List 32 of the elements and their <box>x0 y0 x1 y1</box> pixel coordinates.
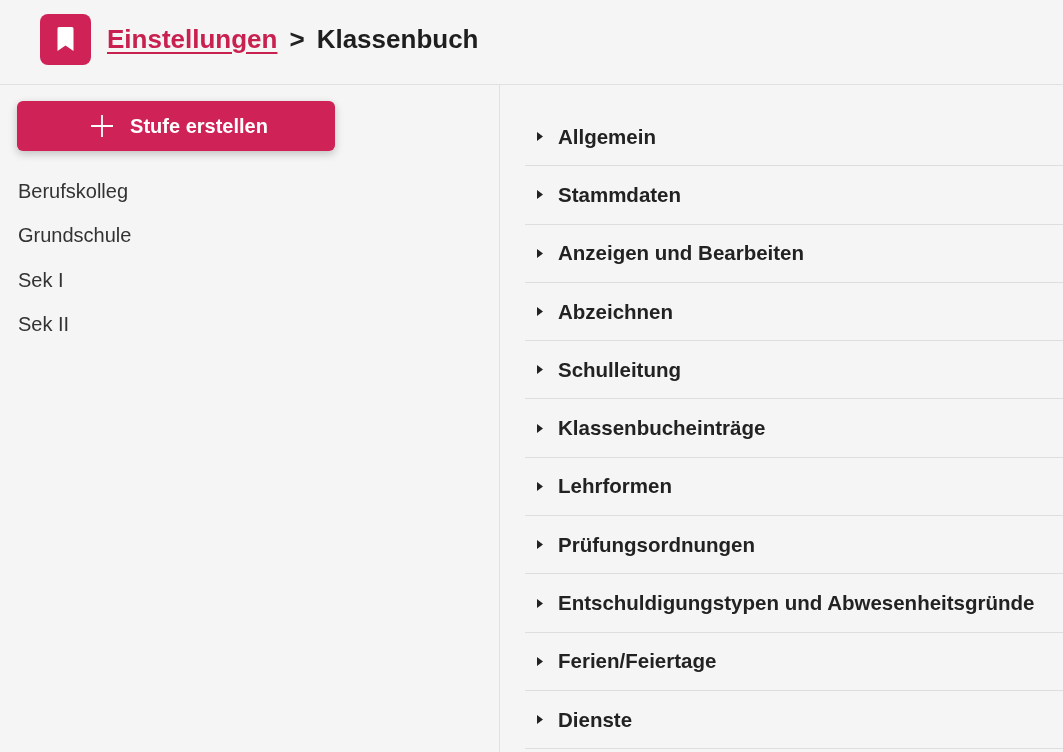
caret-icon <box>537 540 543 550</box>
accordion-header[interactable]: Abzeichnen <box>525 282 1063 342</box>
caret-icon <box>537 423 543 433</box>
accordion-header[interactable]: Dienste <box>525 690 1063 750</box>
page-title: Klassenbuch <box>316 23 479 55</box>
accordion-header[interactable]: Anzeigen und Bearbeiten <box>525 224 1063 283</box>
caret-icon <box>537 190 543 200</box>
breadcrumb-link[interactable]: Einstellungen <box>107 23 278 55</box>
plus-icon <box>90 114 115 138</box>
accordion-header[interactable]: Lehrformen <box>525 457 1063 517</box>
sidebar-item[interactable]: Grundschule <box>17 213 136 258</box>
accordion-header[interactable]: Klassenbucheinträge <box>525 399 1063 458</box>
accordion-header[interactable]: Allgemein <box>525 108 1063 167</box>
create-button[interactable]: Stufe erstellen <box>17 101 335 151</box>
caret-icon <box>537 598 543 608</box>
sidebar-item[interactable]: Sek II <box>17 302 74 347</box>
breadcrumb-separator: > <box>289 23 305 55</box>
sidebar-item[interactable]: Sek I <box>17 258 68 303</box>
accordion-header[interactable]: Prüfungsordnungen <box>525 516 1063 575</box>
sidebar-item[interactable]: Berufskolleg <box>17 169 133 214</box>
accordion-header[interactable]: Ferien/Feiertage <box>525 632 1063 691</box>
caret-icon <box>537 481 543 491</box>
accordion-header[interactable]: Schulleitung <box>525 341 1063 400</box>
caret-icon <box>537 656 543 666</box>
caret-icon <box>537 307 543 317</box>
accordion-header[interactable]: Stammdaten <box>525 166 1063 225</box>
caret-icon <box>537 365 543 375</box>
accordion-header[interactable]: Entschuldigungstypen und Abwesenheitsgründe <box>525 574 1063 633</box>
caret-icon <box>537 248 543 258</box>
bookmark-icon <box>40 13 91 65</box>
caret-icon <box>537 715 543 725</box>
caret-icon <box>537 132 543 142</box>
